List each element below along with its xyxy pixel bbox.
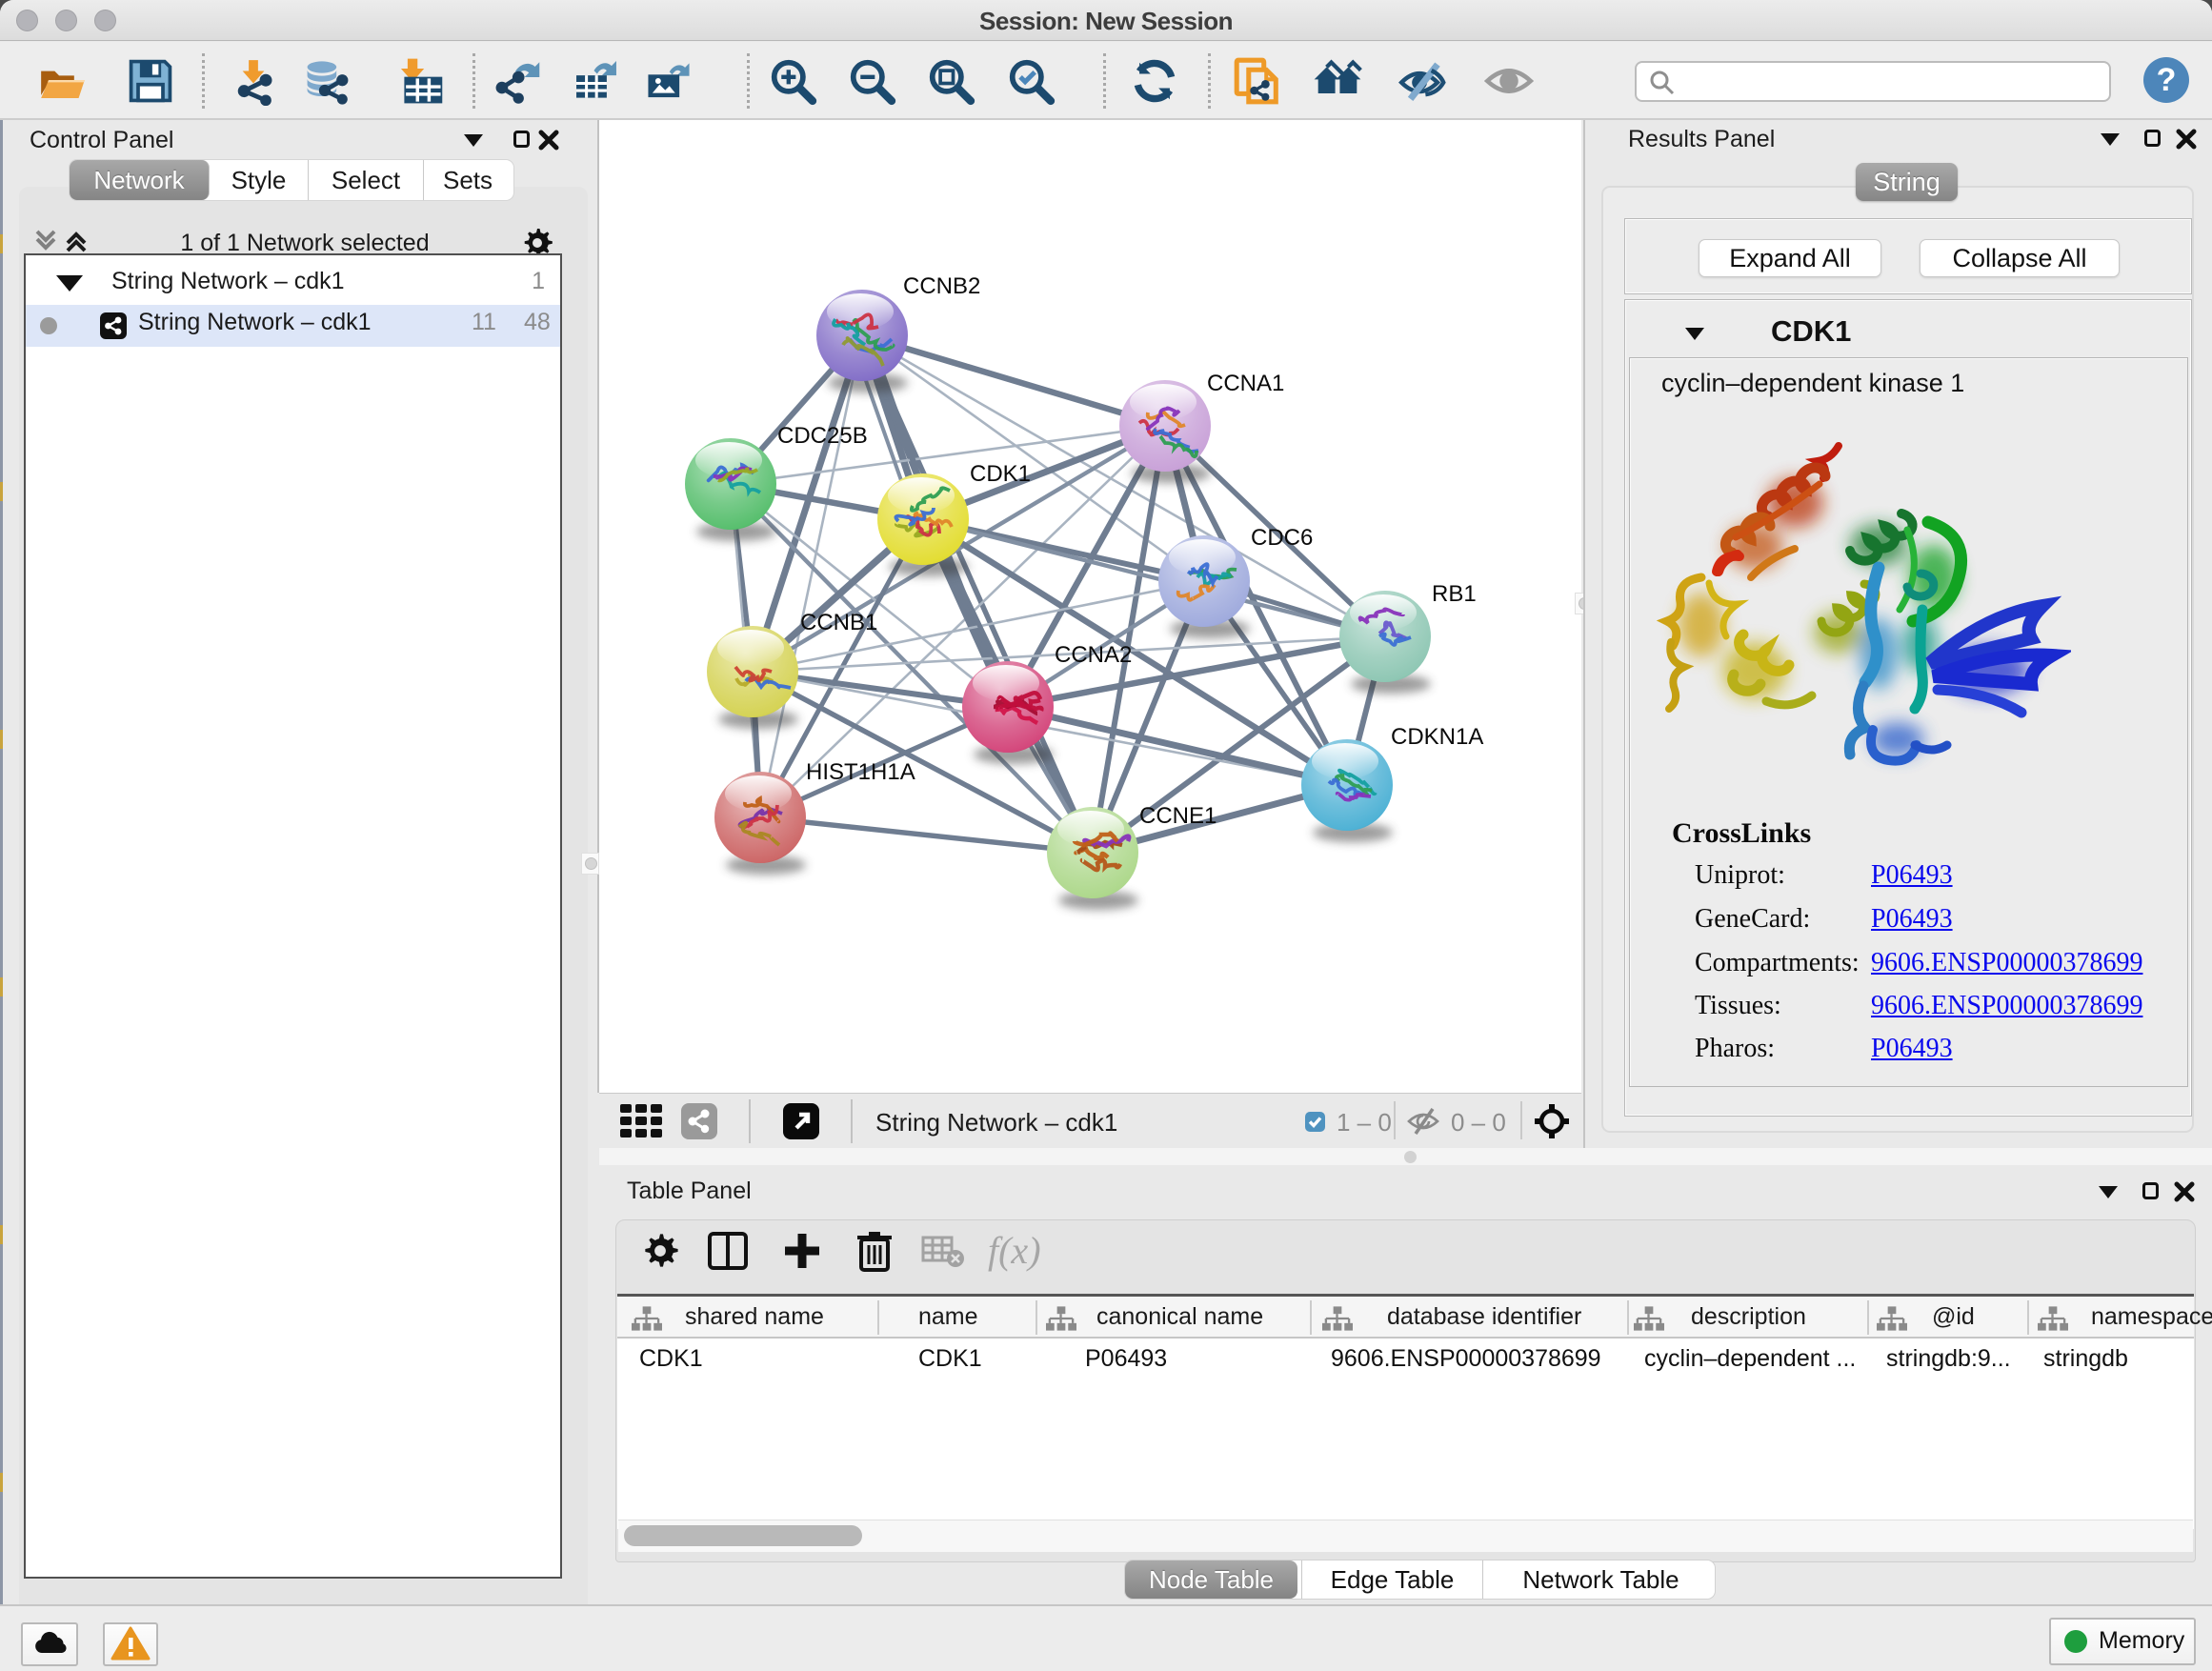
svg-text:CDKN1A: CDKN1A: [1391, 724, 1483, 750]
svg-text:RB1: RB1: [1432, 581, 1477, 607]
svg-text:CDC25B: CDC25B: [777, 423, 868, 449]
svg-text:CCNB2: CCNB2: [903, 273, 980, 299]
svg-text:CDC6: CDC6: [1251, 525, 1313, 551]
svg-text:CDK1: CDK1: [970, 461, 1031, 487]
svg-text:CCNA1: CCNA1: [1207, 371, 1284, 396]
svg-text:CCNE1: CCNE1: [1139, 803, 1217, 829]
svg-text:CCNA2: CCNA2: [1055, 642, 1132, 668]
svg-text:HIST1H1A: HIST1H1A: [806, 759, 915, 785]
svg-text:CCNB1: CCNB1: [800, 610, 877, 635]
